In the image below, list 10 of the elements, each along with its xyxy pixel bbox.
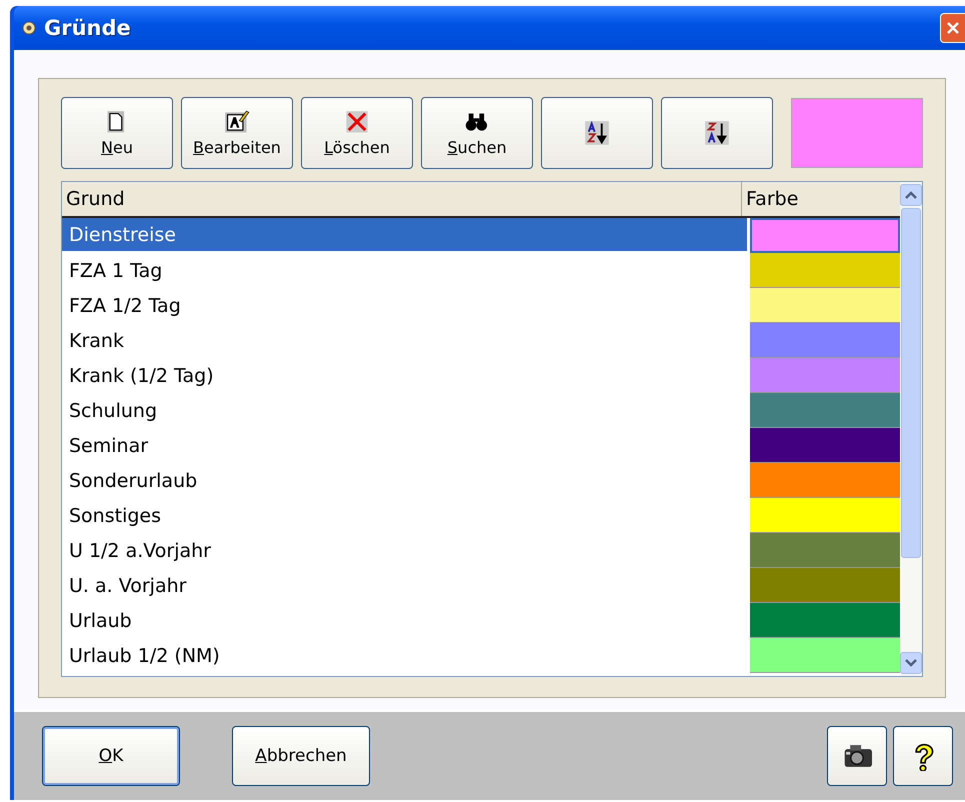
ok-button[interactable]: OK xyxy=(42,726,180,786)
window-title: Gründe xyxy=(44,16,131,40)
cancel-button[interactable]: Abbrechen xyxy=(232,726,370,786)
edit-button[interactable]: Bearbeiten xyxy=(181,97,293,169)
new-button[interactable]: Neu xyxy=(61,97,173,169)
column-header[interactable]: Grund xyxy=(62,182,742,216)
find-button[interactable]: Suchen xyxy=(421,97,533,169)
table-cell[interactable]: Dienstreise xyxy=(62,218,747,253)
delete-button[interactable]: Löschen xyxy=(301,97,413,169)
column-header[interactable]: Farbe xyxy=(742,182,900,216)
